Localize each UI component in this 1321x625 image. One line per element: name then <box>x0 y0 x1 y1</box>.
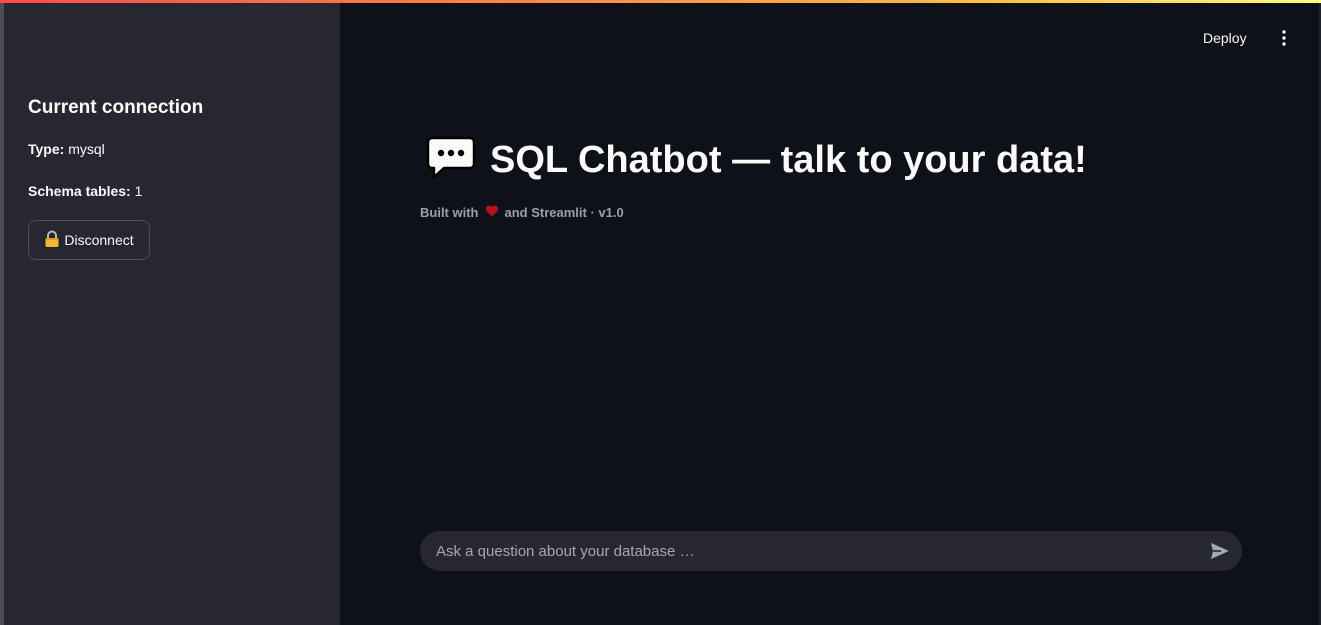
page-title-row: SQL Chatbot — talk to your data! <box>426 135 1087 185</box>
connection-type-value: mysql <box>68 141 105 157</box>
top-accent-bar <box>0 0 1321 3</box>
chat-input-bar <box>420 531 1242 571</box>
caption-prefix: Built with <box>420 205 479 220</box>
sidebar-heading: Current connection <box>28 97 204 118</box>
connection-type: Type: mysql <box>28 141 105 157</box>
disconnect-button[interactable]: Disconnect <box>28 220 150 260</box>
schema-tables: Schema tables: 1 <box>28 183 142 199</box>
connection-type-label: Type: <box>28 141 65 157</box>
app-caption: Built with and Streamlit · v1.0 <box>420 205 624 220</box>
sidebar: Current connection Type: mysql Schema ta… <box>4 0 340 625</box>
caption-suffix: and Streamlit · v1.0 <box>504 205 624 220</box>
page-title: SQL Chatbot — talk to your data! <box>490 138 1087 181</box>
top-header: Deploy <box>340 0 1321 70</box>
send-icon[interactable] <box>1208 539 1232 563</box>
disconnect-label: Disconnect <box>64 232 134 248</box>
speech-bubble-icon <box>426 136 476 185</box>
lock-icon <box>44 230 60 251</box>
heart-icon <box>485 205 499 220</box>
schema-tables-label: Schema tables: <box>28 183 131 199</box>
schema-tables-value: 1 <box>134 183 143 199</box>
more-vertical-icon[interactable] <box>1272 26 1296 50</box>
app-window: Current connection Type: mysql Schema ta… <box>0 0 1321 625</box>
chat-input[interactable] <box>420 531 1190 571</box>
deploy-button[interactable]: Deploy <box>1203 26 1247 50</box>
